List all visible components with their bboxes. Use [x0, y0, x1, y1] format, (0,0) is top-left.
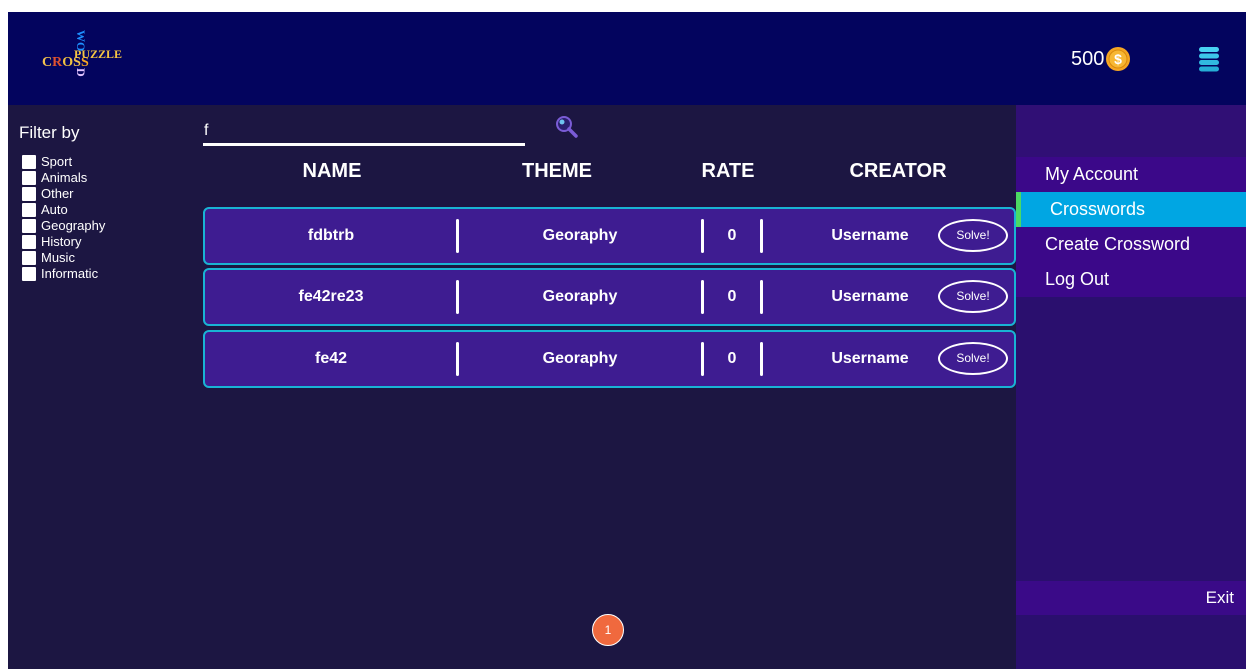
filter-checkbox[interactable]: [22, 187, 36, 201]
filter-checkbox[interactable]: [22, 171, 36, 185]
side-menu-header: [1016, 105, 1246, 157]
solve-button[interactable]: Solve!: [938, 280, 1008, 313]
crossword-creator: Username: [831, 227, 909, 244]
filter-title: Filter by: [19, 123, 80, 142]
crossword-theme: Georaphy: [542, 350, 618, 367]
column-divider: [760, 280, 763, 314]
filter-label: History: [41, 234, 82, 249]
coin-amount: 500: [1071, 48, 1105, 70]
side-menu-item-crosswords[interactable]: Crosswords: [1016, 192, 1246, 227]
column-header-theme[interactable]: THEME: [497, 158, 617, 184]
filter-option-sport[interactable]: Sport: [22, 154, 105, 170]
crossword-rate: 0: [727, 350, 737, 367]
filter-option-music[interactable]: Music: [22, 250, 105, 266]
side-menu-item-log-out[interactable]: Log Out: [1016, 262, 1246, 297]
solve-button[interactable]: Solve!: [938, 219, 1008, 252]
filter-checkbox[interactable]: [22, 155, 36, 169]
filter-label: Music: [41, 250, 75, 265]
filter-label: Geography: [41, 218, 106, 233]
filter-checkbox[interactable]: [22, 203, 36, 217]
filter-label: Animals: [41, 170, 88, 185]
crossword-creator: Username: [831, 350, 909, 367]
side-menu-item-my-account[interactable]: My Account: [1016, 157, 1246, 192]
page-button-1[interactable]: 1: [592, 614, 624, 646]
column-divider: [760, 219, 763, 253]
svg-text:WO: WO: [74, 30, 88, 51]
side-menu-item-create-crossword[interactable]: Create Crossword: [1016, 227, 1246, 262]
search-icon[interactable]: [554, 114, 580, 140]
filter-checkbox[interactable]: [22, 219, 36, 233]
filter-option-animals[interactable]: Animals: [22, 170, 105, 186]
column-header-rate[interactable]: RATE: [688, 158, 768, 184]
top-bar: CROSS PUZZLE WO D 500 $: [8, 12, 1246, 105]
solve-button[interactable]: Solve!: [938, 342, 1008, 375]
filter-panel: Filter by Sport Animals Other Auto Geogr…: [8, 105, 198, 669]
crossword-name: fe42: [314, 350, 348, 367]
crossword-puzzle-logo[interactable]: CROSS PUZZLE WO D: [40, 28, 140, 90]
filter-option-geography[interactable]: Geography: [22, 218, 105, 234]
column-divider: [760, 342, 763, 376]
coin-symbol: $: [1114, 51, 1122, 67]
filter-label: Informatic: [41, 266, 99, 281]
filter-checkbox[interactable]: [22, 267, 36, 281]
filter-label: Sport: [41, 154, 73, 169]
crossword-rate: 0: [727, 288, 737, 305]
crossword-rate: 0: [727, 227, 737, 244]
filter-checkbox[interactable]: [22, 235, 36, 249]
column-header-creator[interactable]: CREATOR: [833, 158, 963, 184]
crossword-theme: Georaphy: [542, 288, 618, 305]
crossword-logo-image: CROSS PUZZLE WO D: [42, 30, 122, 77]
table-row[interactable]: fe42re23 Georaphy 0 Username Solve!: [203, 268, 1016, 326]
crossword-theme: Georaphy: [542, 227, 618, 244]
search-field: [203, 118, 525, 146]
app-frame: CROSS PUZZLE WO D 500 $ Filter by Sport …: [8, 12, 1246, 669]
crossword-name: fdbtrb: [307, 227, 355, 244]
crossword-name: fe42re23: [298, 288, 364, 305]
exit-button[interactable]: Exit: [1016, 581, 1246, 615]
svg-text:D: D: [74, 68, 88, 77]
filter-option-informatic[interactable]: Informatic: [22, 266, 105, 282]
filter-option-other[interactable]: Other: [22, 186, 105, 202]
crossword-creator: Username: [831, 288, 909, 305]
column-header-name[interactable]: NAME: [282, 158, 382, 184]
filter-label: Other: [41, 186, 74, 201]
filter-option-auto[interactable]: Auto: [22, 202, 105, 218]
menu-icon[interactable]: [1198, 46, 1220, 72]
filter-checkbox[interactable]: [22, 251, 36, 265]
coin-icon: $: [1106, 47, 1131, 71]
coin-balance: 500 $: [1071, 46, 1131, 72]
search-input[interactable]: [203, 118, 525, 143]
side-menu-list: My Account Crosswords Create Crossword L…: [1016, 157, 1246, 297]
side-menu: My Account Crosswords Create Crossword L…: [1016, 105, 1246, 669]
filter-label: Auto: [41, 202, 68, 217]
table-row[interactable]: fe42 Georaphy 0 Username Solve!: [203, 330, 1016, 388]
filter-list: Sport Animals Other Auto Geography Histo…: [22, 154, 105, 282]
table-row[interactable]: fdbtrb Georaphy 0 Username Solve!: [203, 207, 1016, 265]
filter-option-history[interactable]: History: [22, 234, 105, 250]
